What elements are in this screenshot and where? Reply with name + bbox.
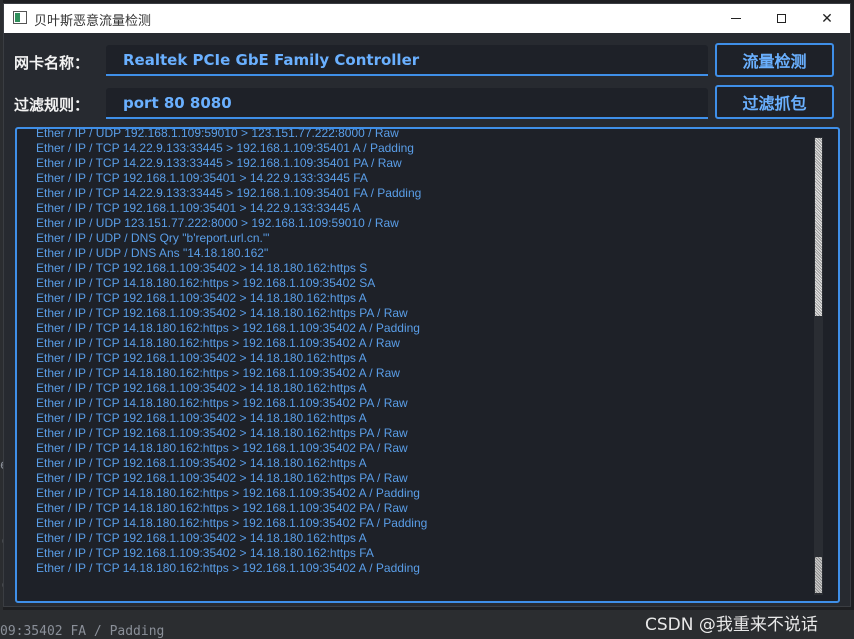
packet-log[interactable]: Ether / IP / UDP 192.168.1.109:59010 > 1… [15,127,840,603]
log-line: Ether / IP / TCP 14.18.180.162:https > 1… [36,441,408,455]
log-scrollbar-thumb[interactable] [815,138,822,316]
minimize-icon [731,18,741,19]
log-line: Ether / IP / TCP 14.18.180.162:https > 1… [36,501,408,515]
log-line: Ether / IP / TCP 14.18.180.162:https > 1… [36,321,420,335]
maximize-button[interactable] [758,4,804,33]
nic-name-input[interactable] [106,45,708,76]
log-line: Ether / IP / TCP 192.168.1.109:35402 > 1… [36,531,367,545]
log-line: Ether / IP / TCP 192.168.1.109:35402 > 1… [36,351,367,365]
log-line: Ether / IP / TCP 192.168.1.109:35402 > 1… [36,456,367,470]
close-button[interactable]: ✕ [804,4,850,33]
traffic-detect-button[interactable]: 流量检测 [715,43,834,77]
log-line: Ether / IP / TCP 192.168.1.109:35402 > 1… [36,411,367,425]
app-window: 贝叶斯恶意流量检测 ✕ 网卡名称： 流量检测 过滤规则： 过滤抓包 Ether … [3,3,851,607]
filter-label: 过滤规则： [14,96,90,114]
log-line: Ether / IP / TCP 192.168.1.109:35401 > 1… [36,201,361,215]
log-line: Ether / IP / UDP / DNS Ans "14.18.180.16… [36,246,269,260]
log-line: Ether / IP / TCP 14.22.9.133:33445 > 192… [36,141,414,155]
log-line: Ether / IP / TCP 192.168.1.109:35401 > 1… [36,171,368,185]
log-line: Ether / IP / TCP 14.18.180.162:https > 1… [36,396,408,410]
log-line: Ether / IP / TCP 14.22.9.133:33445 > 192… [36,186,422,200]
log-line: Ether / IP / TCP 192.168.1.109:35402 > 1… [36,261,368,275]
log-line: Ether / IP / TCP 192.168.1.109:35402 > 1… [36,546,374,560]
log-line: Ether / IP / TCP 14.18.180.162:https > 1… [36,561,420,575]
watermark: CSDN @我重来不说话 [645,615,818,635]
log-line: Ether / IP / TCP 14.18.180.162:https > 1… [36,276,376,290]
log-line: Ether / IP / TCP 14.18.180.162:https > 1… [36,366,400,380]
log-line: Ether / IP / TCP 192.168.1.109:35402 > 1… [36,381,367,395]
log-line: Ether / IP / TCP 192.168.1.109:35402 > 1… [36,291,367,305]
log-line: Ether / IP / UDP 123.151.77.222:8000 > 1… [36,216,399,230]
nic-label: 网卡名称： [14,54,90,72]
log-line: Ether / IP / TCP 14.18.180.162:https > 1… [36,486,420,500]
log-scrollbar[interactable] [814,137,823,595]
packet-log-list: Ether / IP / UDP 192.168.1.109:59010 > 1… [36,127,428,576]
log-line: Ether / IP / TCP 14.18.180.162:https > 1… [36,516,428,530]
minimize-button[interactable] [713,4,759,33]
log-line: Ether / IP / UDP / DNS Qry "b'report.url… [36,231,270,245]
window-title: 贝叶斯恶意流量检测 [34,14,152,29]
log-line: Ether / IP / TCP 192.168.1.109:35402 > 1… [36,426,408,440]
filter-capture-button[interactable]: 过滤抓包 [715,85,834,119]
maximize-icon [776,14,786,23]
log-line: Ether / IP / TCP 192.168.1.109:35402 > 1… [36,306,408,320]
background-terminal-line: 09:35402 FA / Padding [0,624,165,639]
log-line: Ether / IP / TCP 14.22.9.133:33445 > 192… [36,156,402,170]
log-line: Ether / IP / TCP 192.168.1.109:35402 > 1… [36,471,408,485]
close-icon: ✕ [821,10,833,27]
app-icon [13,11,27,24]
title-bar[interactable]: 贝叶斯恶意流量检测 ✕ [4,4,850,33]
filter-rule-input[interactable] [106,88,708,119]
log-line: Ether / IP / TCP 14.18.180.162:https > 1… [36,336,400,350]
log-line: Ether / IP / UDP 192.168.1.109:59010 > 1… [36,127,399,140]
